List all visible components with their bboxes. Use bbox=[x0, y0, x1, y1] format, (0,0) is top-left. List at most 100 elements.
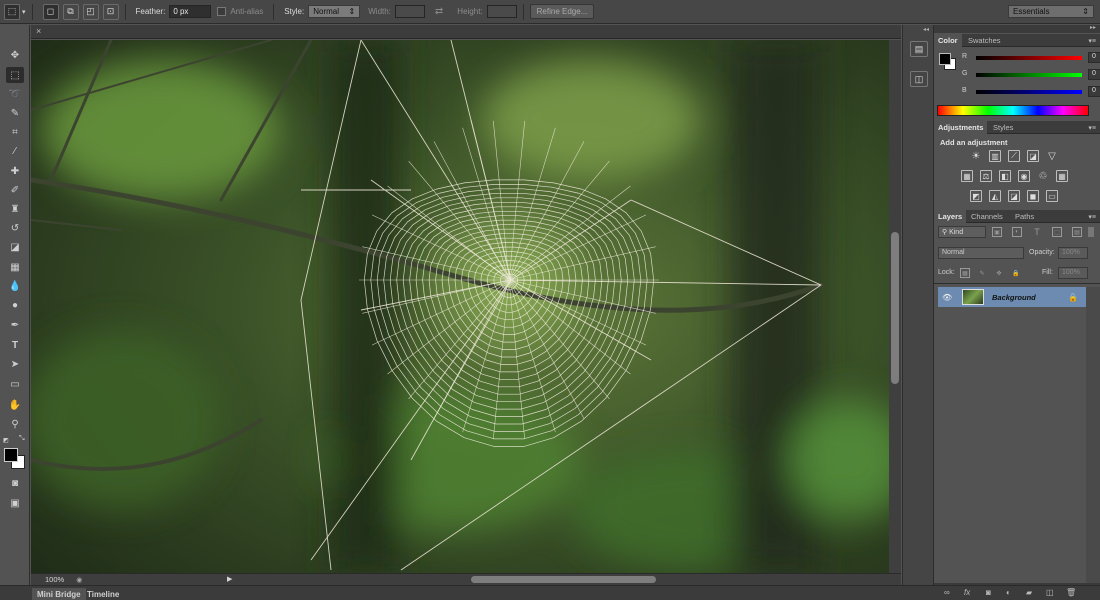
status-menu-arrow-icon[interactable]: ▶ bbox=[227, 575, 232, 583]
path-selection-tool-icon[interactable]: ➤ bbox=[6, 356, 24, 372]
add-selection-icon[interactable]: ⧉ bbox=[62, 3, 79, 20]
collapse-panels-icon[interactable]: ▸▸ bbox=[1090, 24, 1096, 31]
zoom-tool-icon[interactable]: ⚲ bbox=[6, 416, 24, 432]
brush-tool-icon[interactable]: ✐ bbox=[6, 182, 24, 198]
brightness-contrast-icon[interactable]: ☀ bbox=[970, 150, 982, 162]
tab-layers[interactable]: Layers bbox=[934, 210, 967, 223]
lock-transparent-icon[interactable]: ▦ bbox=[960, 268, 970, 278]
trash-icon[interactable]: 🗑 bbox=[1066, 588, 1076, 598]
document-canvas[interactable] bbox=[31, 40, 889, 573]
layer-filter-select[interactable]: ⚲ Kind bbox=[938, 226, 986, 238]
black-white-icon[interactable]: ◧ bbox=[999, 170, 1011, 182]
horizontal-scroll-thumb[interactable] bbox=[471, 576, 656, 583]
style-select[interactable]: Normal ⇕ bbox=[308, 5, 361, 18]
panel-menu-icon[interactable]: ▾≡ bbox=[1088, 213, 1096, 221]
gradient-tool-icon[interactable]: ▦ bbox=[6, 259, 24, 275]
panel-menu-icon[interactable]: ▾≡ bbox=[1088, 37, 1096, 45]
swap-colors-icon[interactable]: ⤡ bbox=[19, 435, 27, 443]
filter-shape-icon[interactable]: ⬚ bbox=[1052, 227, 1062, 237]
anti-alias-checkbox[interactable] bbox=[217, 7, 227, 16]
marquee-tool-preset-icon[interactable]: ⬚ bbox=[4, 3, 20, 20]
quick-selection-tool-icon[interactable]: ✎ bbox=[6, 105, 24, 121]
link-layers-icon[interactable]: ∞ bbox=[944, 588, 954, 598]
blue-slider[interactable]: B 0 bbox=[962, 86, 1100, 99]
panel-menu-icon[interactable]: ▾≡ bbox=[1088, 124, 1096, 132]
blue-track[interactable] bbox=[976, 90, 1082, 94]
move-tool-icon[interactable]: ✥ bbox=[6, 47, 24, 63]
new-adjustment-icon[interactable]: ◐ bbox=[1006, 588, 1016, 598]
info-icon[interactable]: ◉ bbox=[76, 576, 82, 584]
lock-pixels-icon[interactable]: ✎ bbox=[977, 268, 987, 278]
color-balance-icon[interactable]: ⚖ bbox=[980, 170, 992, 182]
collapse-arrows-icon[interactable]: ◂◂ bbox=[923, 26, 929, 33]
eraser-tool-icon[interactable]: ◪ bbox=[6, 239, 24, 255]
history-panel-icon[interactable]: ▤ bbox=[910, 41, 928, 57]
vertical-scroll-thumb[interactable] bbox=[891, 232, 899, 384]
rectangular-marquee-tool-icon[interactable]: ⬚ bbox=[6, 67, 24, 83]
selective-color-icon[interactable]: ◼ bbox=[1027, 190, 1039, 202]
rectangle-tool-icon[interactable]: ▭ bbox=[6, 376, 24, 392]
exposure-icon[interactable]: ◪ bbox=[1027, 150, 1039, 162]
threshold-icon[interactable]: ◪ bbox=[1008, 190, 1020, 202]
properties-panel-icon[interactable]: ◫ bbox=[910, 71, 928, 87]
filter-adjustment-icon[interactable]: ◐ bbox=[1012, 227, 1022, 237]
default-colors-icon[interactable]: ◩ bbox=[3, 437, 11, 445]
layer-row-background[interactable]: 👁 Background 🔒 bbox=[938, 287, 1086, 307]
tab-color[interactable]: Color bbox=[934, 34, 962, 47]
blend-mode-select[interactable]: Normal bbox=[938, 247, 1024, 259]
opacity-input[interactable]: 100% bbox=[1058, 247, 1088, 259]
green-value[interactable]: 0 bbox=[1088, 69, 1100, 80]
feather-input[interactable]: 0 px bbox=[169, 5, 212, 18]
healing-brush-tool-icon[interactable]: ✚ bbox=[6, 163, 24, 179]
foreground-color-swatch[interactable] bbox=[4, 448, 18, 462]
tab-channels[interactable]: Channels bbox=[967, 210, 1007, 223]
quick-mask-icon[interactable]: ◙ bbox=[6, 475, 24, 491]
intersect-selection-icon[interactable]: ⊡ bbox=[102, 3, 119, 20]
lock-all-icon[interactable]: 🔒 bbox=[1011, 268, 1021, 278]
width-input[interactable] bbox=[394, 5, 425, 18]
swap-icon[interactable]: ⇄ bbox=[435, 6, 443, 17]
green-slider[interactable]: G 0 bbox=[962, 69, 1100, 82]
photo-filter-icon[interactable]: ◉ bbox=[1018, 170, 1030, 182]
invert-icon[interactable]: ◩ bbox=[970, 190, 982, 202]
refine-edge-button[interactable]: Refine Edge... bbox=[529, 4, 595, 19]
tab-swatches[interactable]: Swatches bbox=[964, 34, 1005, 47]
color-foreground-swatch[interactable] bbox=[939, 53, 951, 65]
hue-saturation-icon[interactable]: ▦ bbox=[961, 170, 973, 182]
clone-stamp-tool-icon[interactable]: ♜ bbox=[6, 201, 24, 217]
vibrance-icon[interactable]: ▽ bbox=[1046, 150, 1058, 162]
lasso-tool-icon[interactable]: ➰ bbox=[6, 86, 24, 102]
lock-position-icon[interactable]: ✥ bbox=[994, 268, 1004, 278]
workspace-select[interactable]: Essentials ⇕ bbox=[1008, 5, 1094, 18]
channel-mixer-icon[interactable]: ♲ bbox=[1037, 170, 1049, 182]
tab-styles[interactable]: Styles bbox=[989, 121, 1017, 134]
red-track[interactable] bbox=[976, 56, 1082, 60]
color-lookup-icon[interactable]: ▦ bbox=[1056, 170, 1068, 182]
gradient-map-icon[interactable]: ▭ bbox=[1046, 190, 1058, 202]
new-layer-icon[interactable]: ◫ bbox=[1046, 588, 1056, 598]
new-selection-icon[interactable]: ◻ bbox=[42, 3, 59, 20]
filter-type-icon[interactable]: T bbox=[1032, 227, 1042, 237]
hand-tool-icon[interactable]: ✋ bbox=[6, 397, 24, 413]
zoom-level[interactable]: 100% bbox=[45, 575, 64, 584]
subtract-selection-icon[interactable]: ◰ bbox=[82, 3, 99, 20]
filter-pixel-icon[interactable]: ▣ bbox=[992, 227, 1002, 237]
color-spectrum-bar[interactable] bbox=[937, 105, 1089, 116]
fill-input[interactable]: 100% bbox=[1058, 267, 1088, 279]
layer-style-fx-icon[interactable]: fx bbox=[964, 588, 974, 598]
filter-toggle[interactable] bbox=[1088, 227, 1094, 237]
posterize-icon[interactable]: ◭ bbox=[989, 190, 1001, 202]
new-group-icon[interactable]: ▰ bbox=[1026, 588, 1036, 598]
red-value[interactable]: 0 bbox=[1088, 52, 1100, 63]
crop-tool-icon[interactable]: ⌗ bbox=[6, 124, 24, 140]
tab-paths[interactable]: Paths bbox=[1011, 210, 1038, 223]
chevron-down-icon[interactable]: ▾ bbox=[22, 8, 26, 16]
tab-mini-bridge[interactable]: Mini Bridge bbox=[32, 588, 86, 600]
levels-icon[interactable]: ▥ bbox=[989, 150, 1001, 162]
tab-timeline[interactable]: Timeline bbox=[82, 588, 124, 600]
pen-tool-icon[interactable]: ✒ bbox=[6, 317, 24, 333]
filter-smart-object-icon[interactable]: ▤ bbox=[1072, 227, 1082, 237]
type-tool-icon[interactable]: T bbox=[6, 337, 24, 353]
close-document-icon[interactable]: × bbox=[36, 26, 41, 36]
blur-tool-icon[interactable]: 💧 bbox=[6, 278, 24, 294]
